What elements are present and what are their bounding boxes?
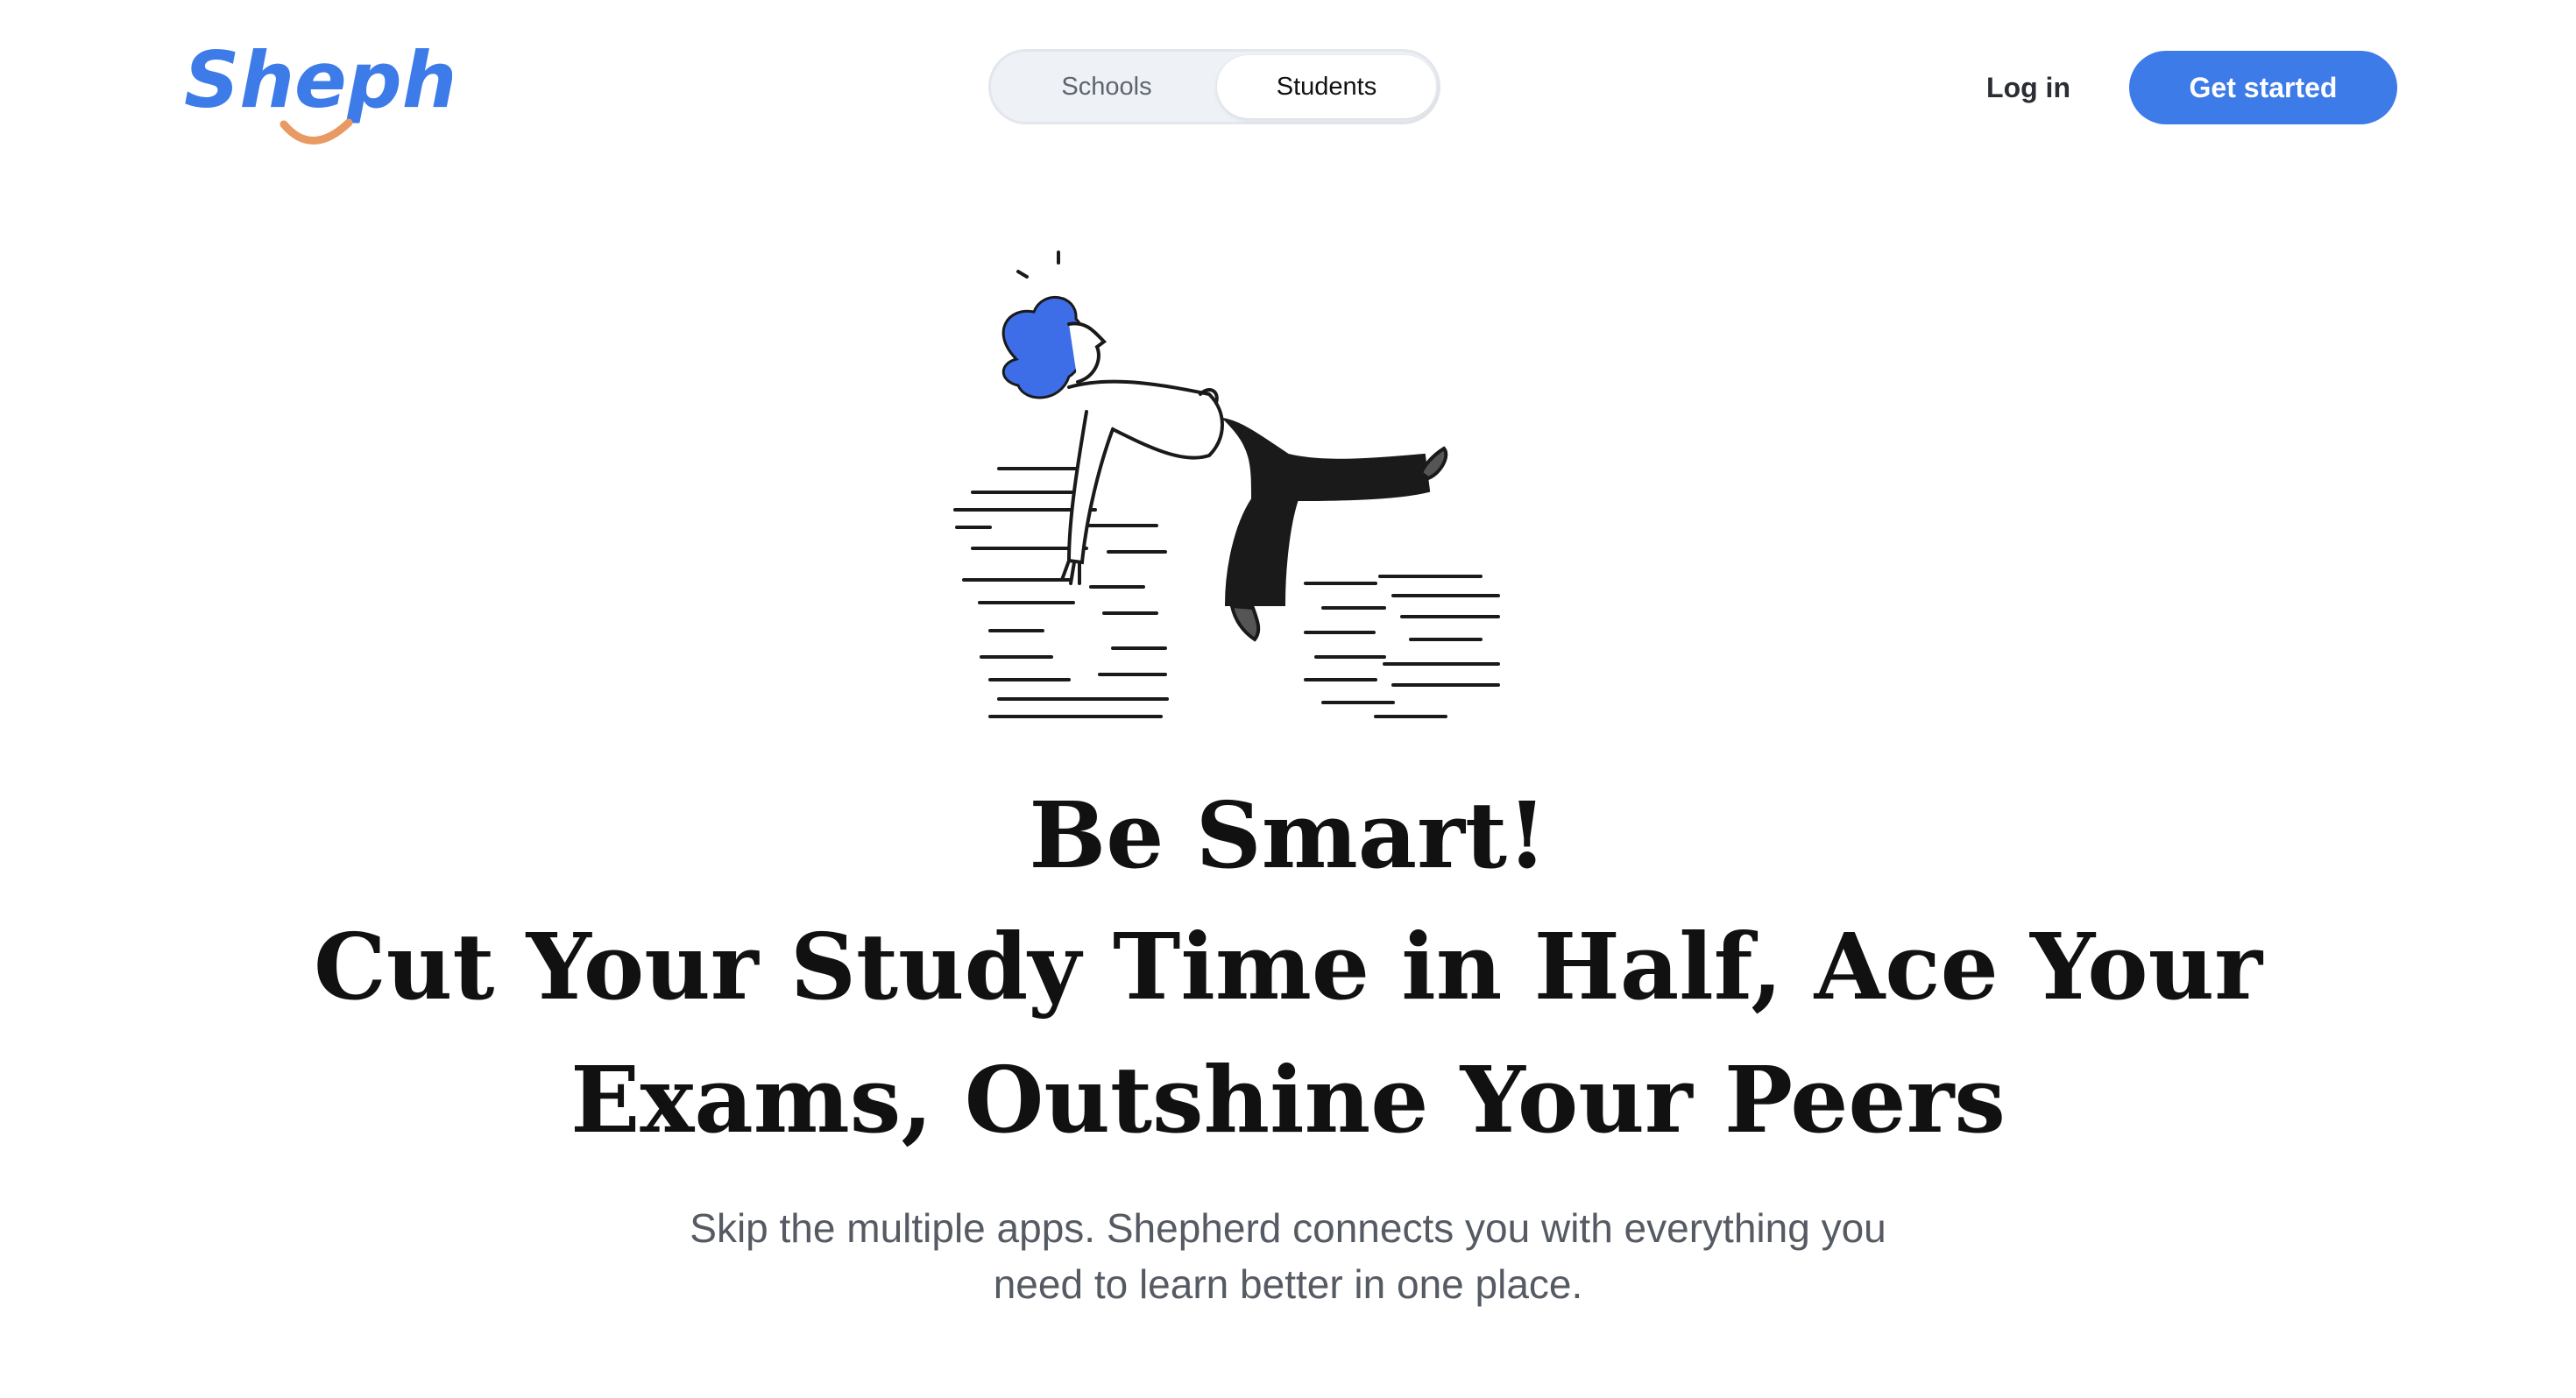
hero-subtext-line-2: need to learn better in one place. <box>993 1261 1583 1307</box>
hero-heading-line-1: Be Smart! <box>1029 781 1547 889</box>
hero-subtext: Skip the multiple apps. Shepherd connect… <box>561 1200 2015 1312</box>
logo-smile <box>280 118 353 145</box>
hero-heading: Be Smart! Cut Your Study Time in Half, A… <box>263 771 2313 1167</box>
hero-heading-line-2: Cut Your Study Time in Half, Ace Your <box>314 913 2262 1020</box>
hero-subtext-line-1: Skip the multiple apps. Shepherd connect… <box>690 1205 1886 1251</box>
shepherd-logo[interactable]: Shepherd <box>180 26 452 149</box>
hero-illustration <box>938 237 1638 745</box>
toggle-schools[interactable]: Schools <box>994 55 1219 118</box>
audience-toggle[interactable]: Schools Students <box>988 49 1440 124</box>
get-started-button[interactable]: Get started <box>2129 51 2397 124</box>
person-resting-on-papers-illustration <box>953 251 1500 718</box>
hero-heading-line-3: Exams, Outshine Your Peers <box>570 1046 2006 1154</box>
login-link[interactable]: Log in <box>1971 61 2085 114</box>
toggle-students[interactable]: Students <box>1217 55 1436 118</box>
svg-text:Shepherd: Shepherd <box>184 35 452 125</box>
shepherd-logo-mark: Shepherd <box>184 35 452 145</box>
site-header: Shepherd Schools Students Log in Get sta… <box>0 0 2576 175</box>
